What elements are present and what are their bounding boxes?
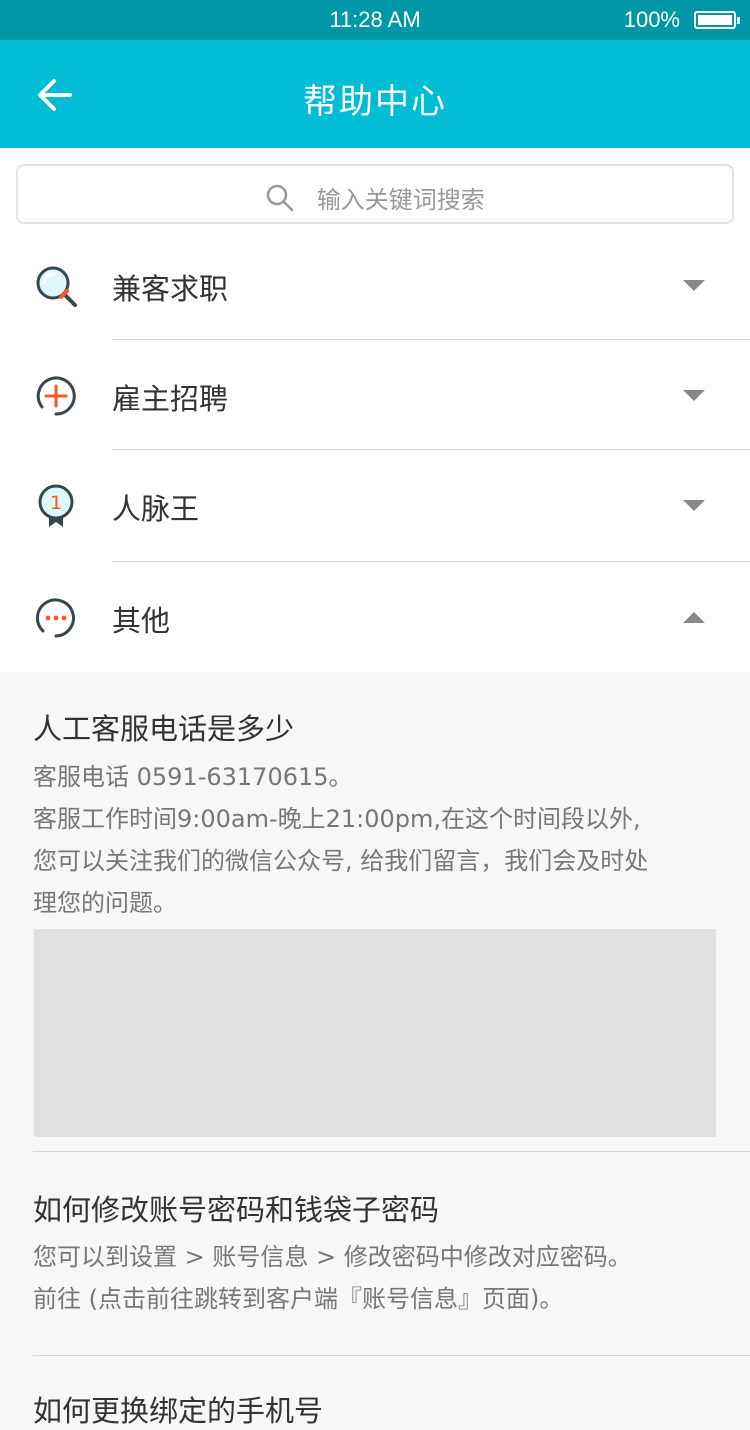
faq-divider [33, 1151, 750, 1152]
chevron-down-icon [683, 500, 705, 511]
chevron-up-icon [683, 612, 705, 623]
medal-number: 1 [50, 492, 62, 514]
status-bar: 11:28 AM 100% [0, 0, 750, 40]
faq-answer: 客服电话 0591-63170615。 客服工作时间9:00am-晚上21:00… [33, 756, 723, 924]
search-placeholder: 输入关键词搜索 [316, 186, 485, 214]
battery-icon [694, 11, 740, 29]
category-label: 兼客求职 [112, 272, 229, 306]
faq-answer-line: 您可以到设置 > 账号信息 > 修改密码中修改对应密码。 [33, 1243, 632, 1271]
battery-percentage: 100% [623, 7, 680, 32]
page-title: 帮助中心 [303, 82, 447, 122]
category-label: 人脉王 [112, 492, 200, 526]
app-bar: 帮助中心 [0, 40, 750, 148]
medal-icon: 1 [38, 484, 74, 527]
faq-divider [33, 1355, 750, 1356]
magnifier-icon [36, 266, 77, 307]
faq-answer-line[interactable]: 前往 (点击前往跳转到客户端『账号信息』页面)。 [33, 1278, 723, 1320]
faq-answer-line: 理您的问题。 [33, 889, 177, 917]
chevron-down-icon [683, 390, 705, 401]
faq-question[interactable]: 如何更换绑定的手机号 [33, 1388, 323, 1430]
chevron-down-icon [683, 280, 705, 291]
faq-answer: 您可以到设置 > 账号信息 > 修改密码中修改对应密码。 前往 (点击前往跳转到… [33, 1236, 723, 1320]
faq-answer-line: 客服工作时间9:00am-晚上21:00pm,在这个时间段以外, [33, 805, 641, 833]
category-label: 其他 [112, 604, 171, 638]
category-label: 雇主招聘 [112, 382, 229, 416]
category-job-seeker[interactable]: 兼客求职 [0, 230, 750, 341]
faq-question[interactable]: 人工客服电话是多少 [33, 706, 294, 748]
chat-dots-icon [35, 598, 75, 638]
category-network-king[interactable]: 1 人脉王 [0, 450, 750, 561]
category-employer[interactable]: 雇主招聘 [0, 340, 750, 451]
plus-circle-icon [36, 376, 76, 416]
faq-answer-line: 您可以关注我们的微信公众号, 给我们留言，我们会及时处 [33, 847, 649, 875]
search-input[interactable]: 输入关键词搜索 [16, 164, 734, 224]
faq-answer-line: 客服电话 0591-63170615。 [33, 763, 353, 791]
search-icon [266, 184, 294, 211]
category-other[interactable]: 其他 [0, 562, 750, 673]
faq-question[interactable]: 如何修改账号密码和钱袋子密码 [33, 1187, 439, 1229]
image-placeholder [34, 929, 716, 1137]
